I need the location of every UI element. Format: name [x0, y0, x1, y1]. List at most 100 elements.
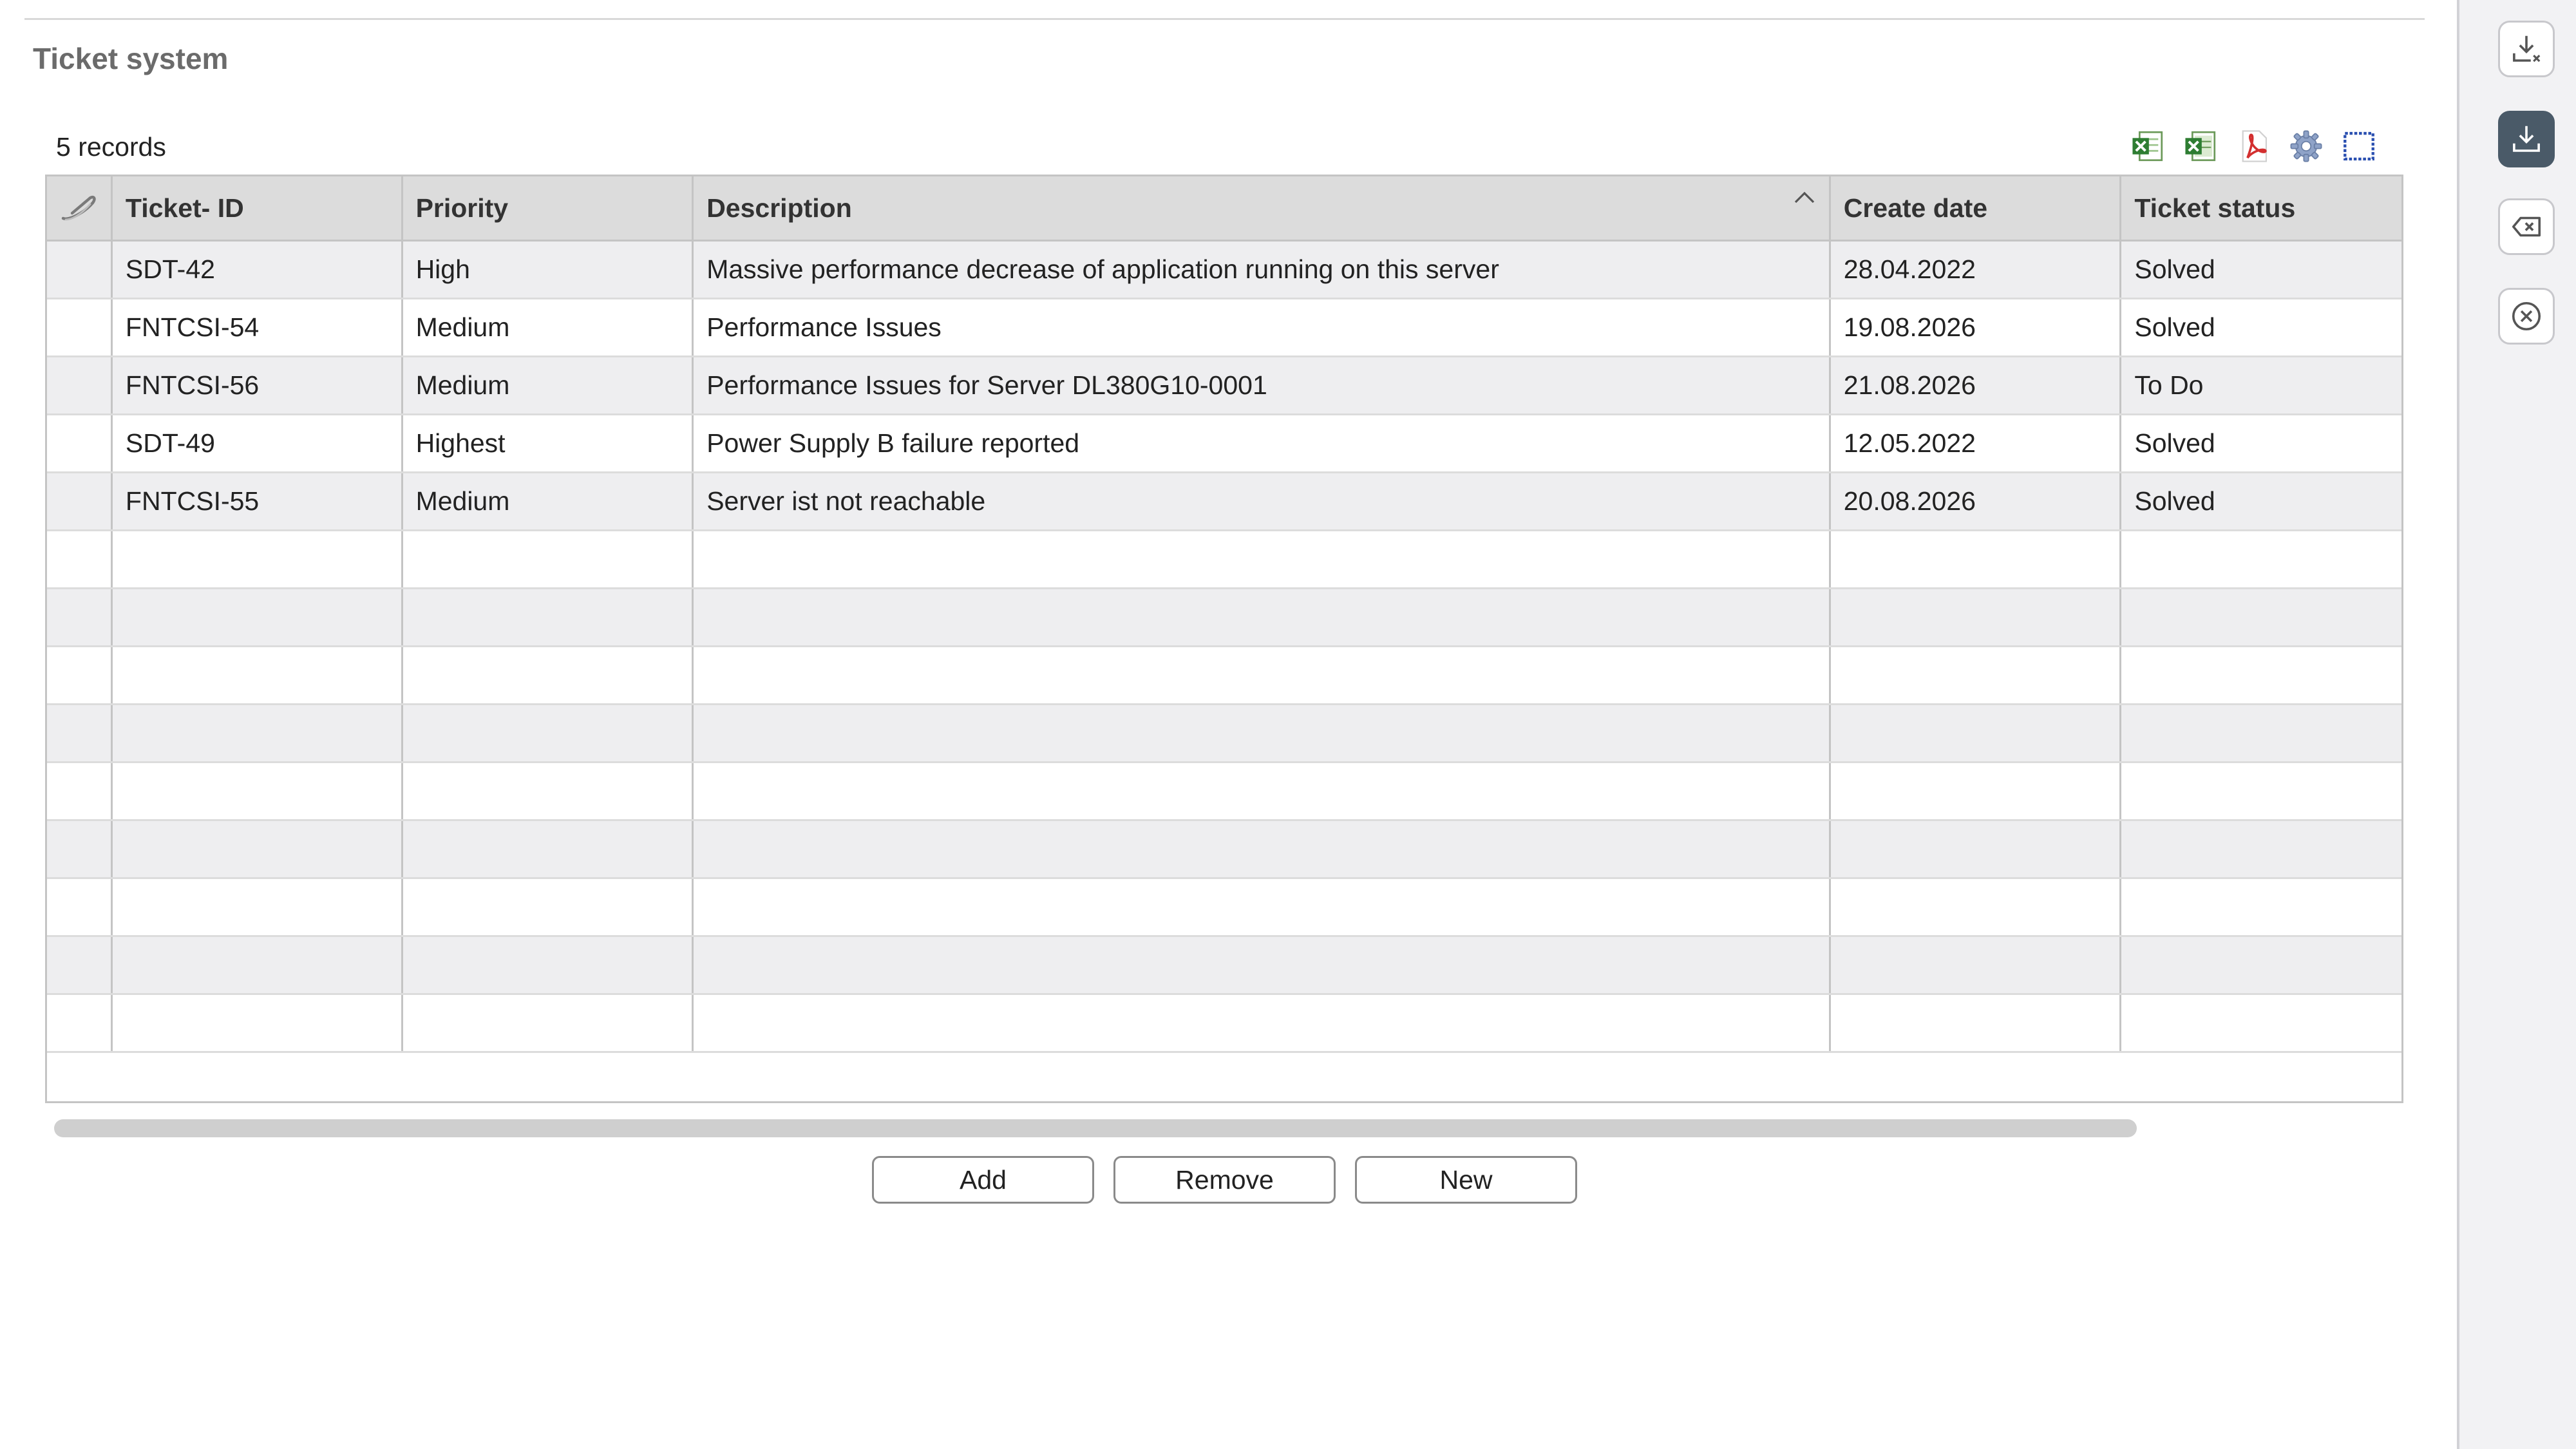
attachment-cell[interactable] [47, 357, 113, 413]
empty-cell [2121, 705, 2401, 761]
ticket-id-cell[interactable]: FNTCSI-54 [113, 299, 403, 355]
create-date-cell[interactable]: 20.08.2026 [1831, 473, 2122, 529]
download-clear-button[interactable] [2498, 21, 2555, 77]
column-header-ticket-status[interactable]: Ticket status [2121, 176, 2401, 240]
description-cell[interactable]: Performance Issues for Server DL380G10-0… [694, 357, 1831, 413]
priority-cell[interactable]: Medium [403, 299, 694, 355]
empty-cell [403, 763, 694, 819]
new-button[interactable]: New [1355, 1156, 1577, 1204]
create-date-cell[interactable]: 21.08.2026 [1831, 357, 2122, 413]
empty-row [47, 531, 2401, 589]
empty-cell [1831, 937, 2122, 993]
empty-cell [1831, 589, 2122, 645]
empty-cell [403, 531, 694, 587]
attachment-cell[interactable] [47, 473, 113, 529]
create-date-cell[interactable]: 28.04.2022 [1831, 242, 2122, 298]
priority-cell[interactable]: Highest [403, 415, 694, 471]
priority-cell[interactable]: Medium [403, 357, 694, 413]
column-header-create-date[interactable]: Create date [1831, 176, 2122, 240]
empty-cell [1831, 705, 2122, 761]
select-frame-icon[interactable] [2340, 127, 2378, 166]
ticket-status-cell[interactable]: Solved [2121, 242, 2401, 298]
empty-cell [694, 647, 1831, 703]
column-header-priority[interactable]: Priority [403, 176, 694, 240]
description-cell[interactable]: Performance Issues [694, 299, 1831, 355]
horizontal-scrollbar[interactable] [54, 1119, 2137, 1137]
empty-cell [403, 937, 694, 993]
empty-cell [1831, 763, 2122, 819]
ticket-id-cell[interactable]: SDT-49 [113, 415, 403, 471]
table-row[interactable]: SDT-49 Highest Power Supply B failure re… [47, 415, 2401, 473]
priority-cell[interactable]: Medium [403, 473, 694, 529]
description-cell[interactable]: Server ist not reachable [694, 473, 1831, 529]
empty-cell [2121, 995, 2401, 1051]
excel-export-all-icon[interactable] [2181, 127, 2220, 166]
table-header: Ticket- ID Priority Description Create d… [47, 176, 2401, 242]
download-icon [2513, 126, 2540, 152]
empty-cell [113, 879, 403, 935]
empty-cell [403, 647, 694, 703]
ticket-table: Ticket- ID Priority Description Create d… [45, 175, 2403, 1103]
close-button[interactable] [2498, 288, 2555, 345]
empty-cell [113, 763, 403, 819]
ticket-status-cell[interactable]: Solved [2121, 299, 2401, 355]
column-header-label: Create date [1843, 193, 1988, 223]
empty-cell [1831, 531, 2122, 587]
ticket-id-cell[interactable]: FNTCSI-55 [113, 473, 403, 529]
attachment-cell[interactable] [47, 299, 113, 355]
create-date-cell[interactable]: 12.05.2022 [1831, 415, 2122, 471]
empty-cell [2121, 589, 2401, 645]
empty-cell [403, 821, 694, 877]
empty-cell [694, 995, 1831, 1051]
table-row[interactable]: FNTCSI-56 Medium Performance Issues for … [47, 357, 2401, 415]
empty-cell [694, 821, 1831, 877]
empty-cell [403, 995, 694, 1051]
empty-cell [47, 589, 113, 645]
empty-cell [2121, 763, 2401, 819]
attachment-cell[interactable] [47, 415, 113, 471]
ticket-status-cell[interactable]: Solved [2121, 415, 2401, 471]
empty-row [47, 589, 2401, 647]
create-date-cell[interactable]: 19.08.2026 [1831, 299, 2122, 355]
table-row[interactable]: FNTCSI-55 Medium Server ist not reachabl… [47, 473, 2401, 531]
add-button[interactable]: Add [872, 1156, 1094, 1204]
empty-row [47, 705, 2401, 763]
sort-ascending-icon[interactable] [1793, 189, 1816, 205]
empty-cell [113, 531, 403, 587]
attachment-column-header[interactable] [47, 176, 113, 240]
download-button[interactable] [2498, 111, 2555, 167]
empty-cell [403, 589, 694, 645]
table-row[interactable]: FNTCSI-54 Medium Performance Issues 19.0… [47, 299, 2401, 357]
excel-export-icon[interactable] [2128, 127, 2167, 166]
empty-cell [1831, 647, 2122, 703]
ticket-status-cell[interactable]: Solved [2121, 473, 2401, 529]
table-row[interactable]: SDT-42 High Massive performance decrease… [47, 242, 2401, 299]
record-count: 5 records [56, 132, 166, 162]
empty-cell [47, 763, 113, 819]
priority-cell[interactable]: High [403, 242, 694, 298]
column-header-ticket-id[interactable]: Ticket- ID [113, 176, 403, 240]
empty-cell [694, 705, 1831, 761]
empty-cell [47, 821, 113, 877]
empty-cell [47, 647, 113, 703]
pdf-export-icon[interactable] [2234, 127, 2273, 166]
settings-gear-icon[interactable] [2287, 127, 2325, 166]
action-buttons: Add Remove New [872, 1156, 1577, 1204]
empty-cell [403, 705, 694, 761]
ticket-id-cell[interactable]: FNTCSI-56 [113, 357, 403, 413]
empty-cell [694, 589, 1831, 645]
attachment-cell[interactable] [47, 242, 113, 298]
ticket-id-cell[interactable]: SDT-42 [113, 242, 403, 298]
empty-row [47, 763, 2401, 821]
empty-cell [113, 705, 403, 761]
empty-cell [113, 589, 403, 645]
empty-cell [1831, 995, 2122, 1051]
download-clear-icon [2513, 35, 2541, 62]
description-cell[interactable]: Power Supply B failure reported [694, 415, 1831, 471]
empty-cell [113, 937, 403, 993]
column-header-description[interactable]: Description [694, 176, 1831, 240]
ticket-status-cell[interactable]: To Do [2121, 357, 2401, 413]
backspace-button[interactable] [2498, 198, 2555, 255]
description-cell[interactable]: Massive performance decrease of applicat… [694, 242, 1831, 298]
remove-button[interactable]: Remove [1113, 1156, 1336, 1204]
